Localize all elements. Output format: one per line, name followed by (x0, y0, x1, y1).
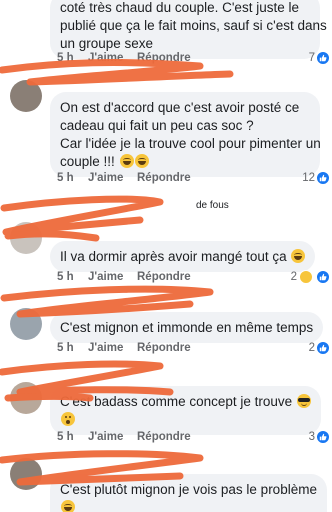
comment-bubble-5: C'est badass comme concept je trouve (50, 386, 321, 435)
comment-time[interactable]: 5 h (57, 52, 74, 64)
thumbs-up-icon[interactable] (316, 51, 330, 65)
sunglasses-emoji-icon (296, 394, 311, 408)
comment-bubble-3: Il va dormir après avoir mangé tout ça (50, 241, 316, 272)
comment-text-line: coté très chaud du couple. C'est juste l… (60, 0, 299, 15)
author-name-fragment[interactable]: de fous (196, 200, 229, 211)
reply-button[interactable]: Répondre (137, 271, 191, 283)
grinning-sweat-emoji-icon (291, 249, 306, 263)
like-button[interactable]: J'aime (88, 172, 123, 184)
comment-text-line: C'est mignon et immonde en même temps (60, 320, 314, 335)
comment-text-fragment: couple !!! (60, 154, 119, 169)
comment-text-fragment: Il va dormir après avoir mangé tout ça (60, 249, 291, 264)
comment-time[interactable]: 5 h (57, 271, 74, 283)
grinning-sweat-emoji-icon (119, 154, 134, 168)
comment-text-line: C'est badass comme concept je trouve (60, 393, 311, 411)
comment-text-line: un groupe sexe (60, 36, 154, 51)
reply-button[interactable]: Répondre (137, 172, 191, 184)
comment-text-line: publié que ça le fait moins, sauf si c'e… (60, 18, 327, 33)
comment-bubble-6: C'est plutôt mignon je vois pas le probl… (50, 474, 327, 512)
avatar[interactable] (10, 222, 42, 254)
comment-actions-3: 5 h J'aime Répondre 2 (57, 270, 330, 287)
comment-text-line: On est d'accord que c'est avoir posté ce (60, 100, 300, 115)
comment-actions-5: 5 h J'aime Répondre 3 (57, 430, 330, 447)
comment-actions-4: 5 h J'aime Répondre 2 (57, 341, 330, 358)
comment-time[interactable]: 5 h (57, 342, 74, 354)
like-button[interactable]: J'aime (88, 342, 123, 354)
comment-time[interactable]: 5 h (57, 431, 74, 443)
thumbs-up-icon[interactable] (316, 270, 330, 284)
avatar[interactable] (10, 80, 42, 112)
comment-bubble-1: coté très chaud du couple. C'est juste l… (50, 0, 327, 59)
grinning-sweat-emoji-icon (61, 500, 75, 512)
reaction-count[interactable]: 12 (302, 172, 315, 184)
reaction-count[interactable]: 2 (309, 342, 315, 354)
haha-reaction-icon[interactable] (299, 270, 313, 284)
comment-text-line: cadeau qui fait un peu cas soc ? (60, 118, 254, 133)
grinning-sweat-emoji-icon (134, 154, 149, 168)
reaction-count[interactable]: 7 (309, 52, 315, 64)
like-button[interactable]: J'aime (88, 431, 123, 443)
comment-actions-1: 5 h J'aime Répondre 7 (57, 51, 330, 68)
comment-text-line: Car l'idée je la trouve cool pour piment… (60, 136, 321, 151)
reply-button[interactable]: Répondre (137, 431, 191, 443)
comment-text-line: C'est plutôt mignon je vois pas le probl… (60, 482, 317, 497)
comment-text-line (60, 411, 311, 429)
avatar[interactable] (10, 308, 42, 340)
reaction-count[interactable]: 3 (309, 431, 315, 443)
thumbs-up-icon[interactable] (316, 341, 330, 355)
reply-button[interactable]: Répondre (137, 52, 191, 64)
comment-text-line: couple !!! (60, 153, 310, 171)
comment-text-fragment: C'est badass comme concept je trouve (60, 394, 296, 409)
reply-button[interactable]: Répondre (137, 342, 191, 354)
thumbs-up-icon[interactable] (316, 171, 330, 185)
comment-actions-2: 5 h J'aime Répondre 12 (57, 171, 330, 188)
comment-time[interactable]: 5 h (57, 172, 74, 184)
avatar[interactable] (10, 458, 42, 490)
comment-bubble-2: On est d'accord que c'est avoir posté ce… (50, 92, 321, 177)
comment-text-line (60, 499, 317, 512)
thumbs-up-icon[interactable] (316, 430, 330, 444)
comment-text-line: Il va dormir après avoir mangé tout ça (60, 248, 306, 266)
astonished-emoji-icon (61, 412, 75, 426)
reaction-count[interactable]: 2 (291, 271, 297, 283)
comment-bubble-4: C'est mignon et immonde en même temps (50, 312, 324, 343)
avatar[interactable] (10, 382, 42, 414)
like-button[interactable]: J'aime (88, 52, 123, 64)
like-button[interactable]: J'aime (88, 271, 123, 283)
